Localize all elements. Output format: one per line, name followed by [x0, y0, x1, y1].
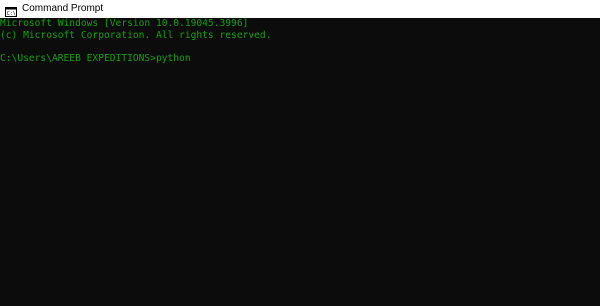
window-title: Command Prompt — [22, 3, 104, 14]
title-bar[interactable]: C:\ Command Prompt — [0, 0, 600, 18]
console-line: Microsoft Windows [Version 10.0.19045.39… — [0, 18, 249, 29]
command-prompt-window: C:\ Command Prompt Microsoft Windows [Ve… — [0, 0, 600, 306]
command-prompt-line[interactable]: C:\Users\AREEB EXPEDITIONS>python — [0, 53, 600, 65]
console-line: (c) Microsoft Corporation. All rights re… — [0, 29, 272, 41]
console-output[interactable]: Microsoft Windows [Version 10.0.19045.39… — [0, 18, 600, 306]
svg-text:C:\: C:\ — [7, 11, 16, 17]
cmd-icon: C:\ — [5, 4, 17, 17]
